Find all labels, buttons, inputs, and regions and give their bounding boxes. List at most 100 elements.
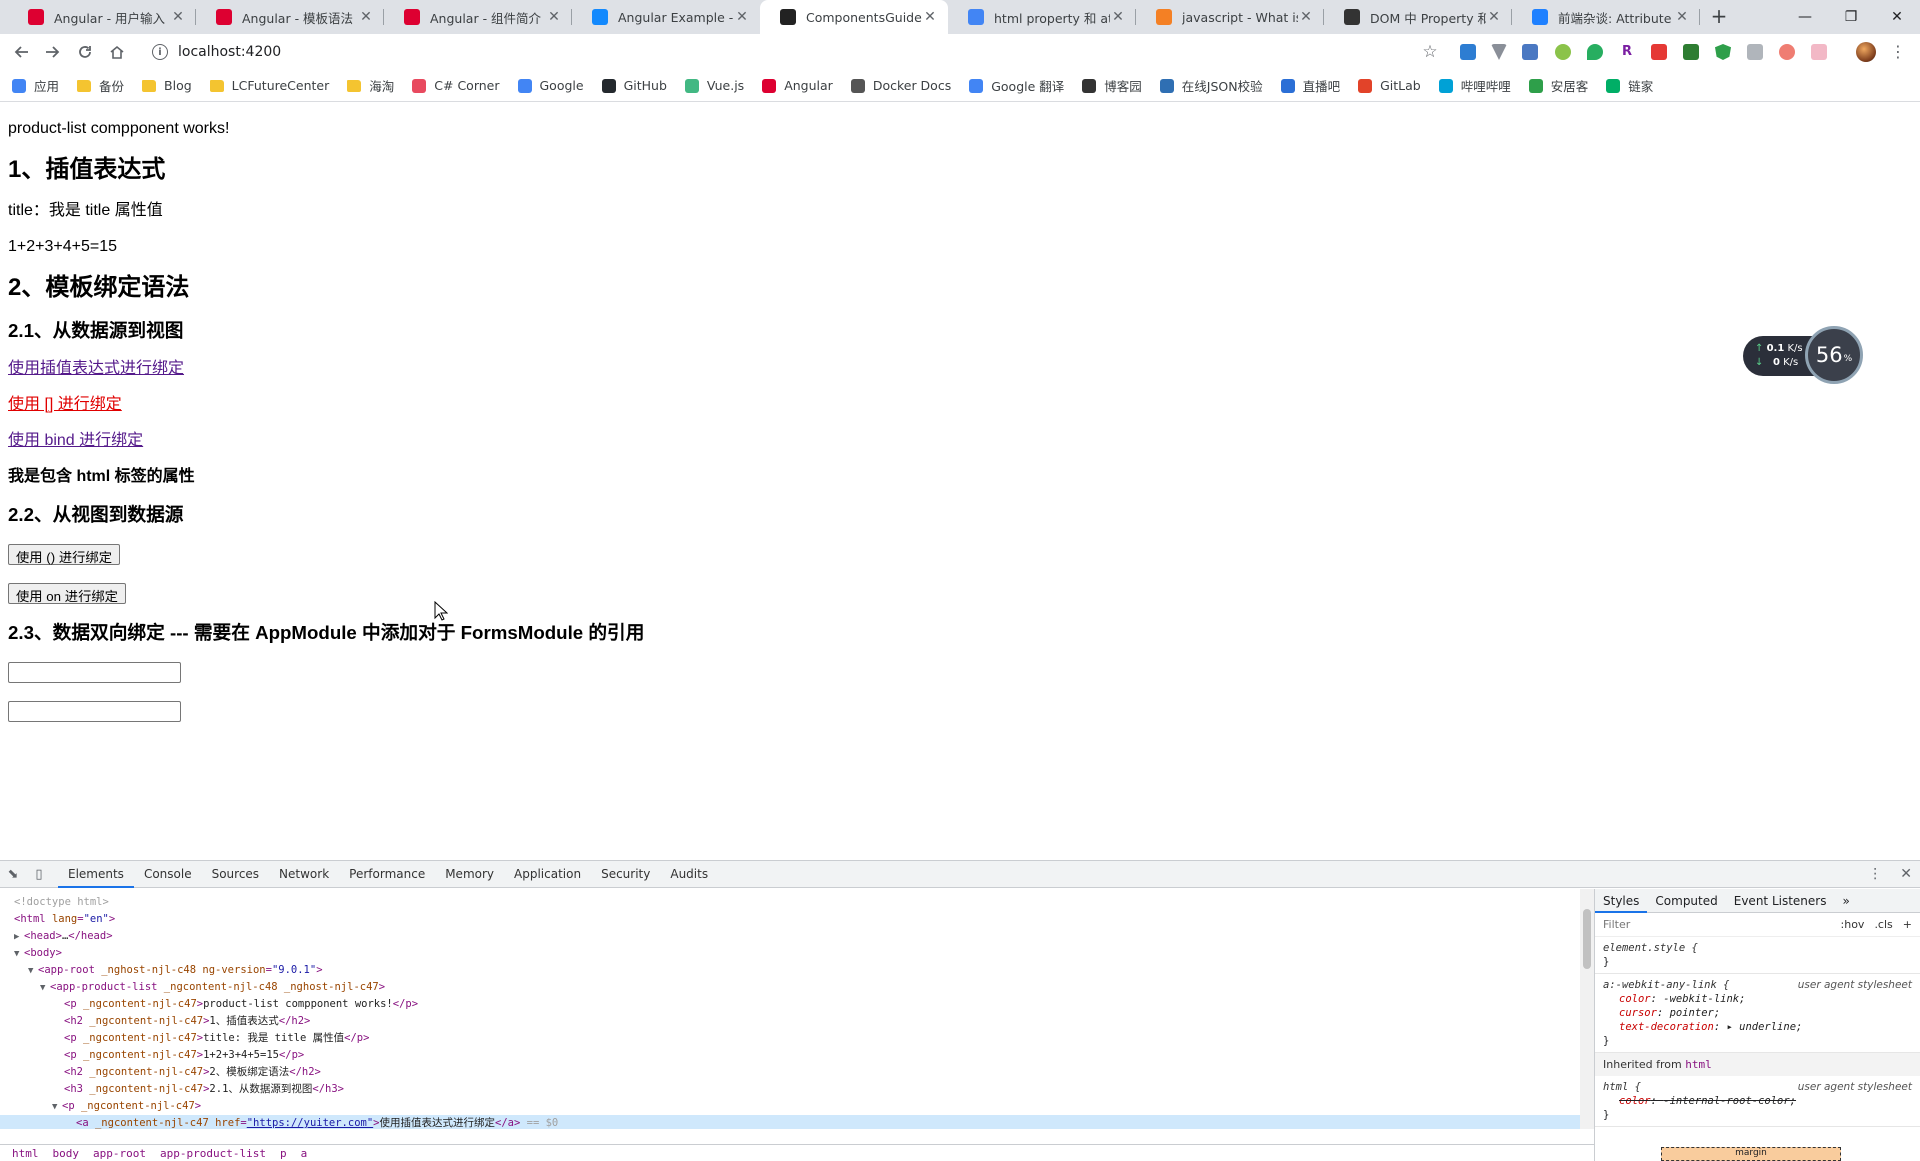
extension-network-icon[interactable] <box>1779 44 1795 60</box>
styles-tab-computed[interactable]: Computed <box>1647 889 1725 913</box>
tab-close-icon[interactable]: ✕ <box>922 9 938 25</box>
extension-sync-icon[interactable] <box>1460 44 1476 60</box>
devtools-tab-audits[interactable]: Audits <box>660 861 718 888</box>
extension-leaf-icon[interactable] <box>1587 44 1603 60</box>
tab-close-icon[interactable]: ✕ <box>734 9 750 25</box>
browser-tab[interactable]: Angular - 用户输入 ✕ <box>8 0 196 34</box>
browser-tab[interactable]: Angular Example - Ge✕ <box>572 0 760 34</box>
back-button[interactable] <box>8 39 34 65</box>
tab-close-icon[interactable]: ✕ <box>358 9 374 25</box>
extension-fe-icon[interactable] <box>1651 44 1667 60</box>
extension-pink-icon[interactable] <box>1811 44 1827 60</box>
styles-tab-styles[interactable]: Styles <box>1595 889 1648 913</box>
styles-filter-input[interactable]: Filter <box>1603 918 1630 931</box>
extension-r-icon[interactable]: R <box>1619 44 1635 60</box>
breadcrumb-item[interactable]: p <box>280 1147 287 1160</box>
breadcrumb-item[interactable]: html <box>12 1147 39 1160</box>
bookmark-item[interactable]: Vue.js <box>684 78 744 93</box>
devtools-tab-memory[interactable]: Memory <box>435 861 504 888</box>
devtools-tab-sources[interactable]: Sources <box>202 861 269 888</box>
bookmark-item[interactable]: 海淘 <box>347 76 394 95</box>
network-speed-widget[interactable]: ↑ 0.1 K/s ↓ 0 K/s 56% <box>1743 326 1865 384</box>
tab-close-icon[interactable]: ✕ <box>1486 9 1502 25</box>
bookmark-item[interactable]: LCFutureCenter <box>209 78 329 93</box>
address-bar[interactable]: i localhost:4200 <box>138 37 1418 67</box>
minimize-button[interactable]: — <box>1782 0 1828 34</box>
extension-shield-icon[interactable] <box>1715 44 1731 60</box>
add-rule-icon[interactable]: + <box>1903 918 1912 931</box>
link-interpolation-binding[interactable]: 使用插值表达式进行绑定 <box>8 360 184 377</box>
bookmark-item[interactable]: 哔哩哔哩 <box>1438 76 1511 95</box>
class-toggle[interactable]: .cls <box>1874 918 1892 931</box>
close-window-button[interactable]: ✕ <box>1874 0 1920 34</box>
bookmark-item[interactable]: Google 翻译 <box>969 76 1064 95</box>
reload-button[interactable] <box>72 39 98 65</box>
devtools-tab-security[interactable]: Security <box>591 861 660 888</box>
home-button[interactable] <box>104 39 130 65</box>
dom-tree[interactable]: <!doctype html> <html lang="en"> ▶ <head>… <box>0 889 1580 1129</box>
tab-close-icon[interactable]: ✕ <box>1110 9 1126 25</box>
devtools-tab-network[interactable]: Network <box>269 861 339 888</box>
bookmark-item[interactable]: 备份 <box>77 76 124 95</box>
bookmark-item[interactable]: Angular <box>762 78 833 93</box>
link-bracket-binding[interactable]: 使用 [] 进行绑定 <box>8 396 122 413</box>
extension-vue-devtools-icon[interactable] <box>1491 44 1507 60</box>
profile-avatar[interactable] <box>1856 42 1876 62</box>
dom-tree-scrollbar[interactable] <box>1580 889 1594 1129</box>
bookmark-item[interactable]: 安居客 <box>1528 76 1588 95</box>
bookmark-item[interactable]: GitHub <box>601 78 667 93</box>
devtools-tab-console[interactable]: Console <box>134 861 202 888</box>
bookmark-item[interactable]: Docker Docs <box>850 78 951 93</box>
browser-tab[interactable]: 前端杂谈: Attribute V ✕ <box>1512 0 1700 34</box>
browser-tab[interactable]: html property 和 attri✕ <box>948 0 1136 34</box>
devtools-tab-application[interactable]: Application <box>504 861 591 888</box>
extension-translate-icon[interactable] <box>1522 44 1538 60</box>
new-tab-button[interactable]: + <box>1707 5 1731 29</box>
hover-state-toggle[interactable]: :hov <box>1841 918 1865 931</box>
devtools-tab-elements[interactable]: Elements <box>58 861 134 888</box>
breadcrumb-item[interactable]: body <box>53 1147 80 1160</box>
browser-tab[interactable]: Angular - 组件简介 ✕ <box>384 0 572 34</box>
forward-button[interactable] <box>40 39 66 65</box>
tab-close-icon[interactable]: ✕ <box>546 9 562 25</box>
devtools-close-icon[interactable]: ✕ <box>1900 866 1912 882</box>
extension-download-icon[interactable] <box>1683 44 1699 60</box>
bookmark-item[interactable]: 链家 <box>1606 76 1653 95</box>
devtools-tab-performance[interactable]: Performance <box>339 861 435 888</box>
parens-binding-button[interactable]: 使用 () 进行绑定 <box>8 544 121 565</box>
bookmark-item[interactable]: Blog <box>142 78 192 93</box>
tab-close-icon[interactable]: ✕ <box>170 9 186 25</box>
bookmark-label: Blog <box>164 78 192 93</box>
bookmark-item[interactable]: 直播吧 <box>1280 76 1340 95</box>
breadcrumb-item[interactable]: app-root <box>93 1147 146 1160</box>
tab-close-icon[interactable]: ✕ <box>1674 9 1690 25</box>
extension-cap-icon[interactable] <box>1747 44 1763 60</box>
browser-tab[interactable]: Angular - 模板语法 ✕ <box>196 0 384 34</box>
bookmark-item[interactable]: 应用 <box>12 76 59 95</box>
breadcrumb-item[interactable]: app-product-list <box>160 1147 266 1160</box>
inspect-element-icon[interactable]: ⬊ <box>0 861 26 888</box>
browser-tab[interactable]: ComponentsGuide ✕ <box>760 0 948 34</box>
styles-more-tabs-icon[interactable]: » <box>1834 889 1857 913</box>
extension-circle-icon[interactable] <box>1555 44 1571 60</box>
maximize-button[interactable]: ❐ <box>1828 0 1874 34</box>
bookmark-item[interactable]: 博客园 <box>1082 76 1142 95</box>
devtools-menu-icon[interactable]: ⋮ <box>1868 866 1882 882</box>
browser-menu-icon[interactable]: ⋮ <box>1890 42 1906 61</box>
two-way-input-1[interactable] <box>8 662 181 683</box>
link-bind-binding[interactable]: 使用 bind 进行绑定 <box>8 432 143 449</box>
bookmark-item[interactable]: GitLab <box>1358 78 1421 93</box>
bookmark-item[interactable]: 在线JSON校验 <box>1159 76 1263 95</box>
tab-close-icon[interactable]: ✕ <box>1298 9 1314 25</box>
device-toolbar-icon[interactable]: ▯ <box>26 861 52 888</box>
styles-tab-event-listeners[interactable]: Event Listeners <box>1726 889 1835 913</box>
browser-tab[interactable]: DOM 中 Property 和 A✕ <box>1324 0 1512 34</box>
bookmark-star-icon[interactable]: ☆ <box>1418 39 1442 65</box>
on-binding-button[interactable]: 使用 on 进行绑定 <box>8 583 126 604</box>
bookmark-item[interactable]: Google <box>517 78 584 93</box>
two-way-input-2[interactable] <box>8 701 181 722</box>
bookmark-item[interactable]: C# Corner <box>412 78 500 93</box>
breadcrumb-item[interactable]: a <box>301 1147 308 1160</box>
site-info-icon[interactable]: i <box>152 44 168 60</box>
browser-tab[interactable]: javascript - What is th✕ <box>1136 0 1324 34</box>
